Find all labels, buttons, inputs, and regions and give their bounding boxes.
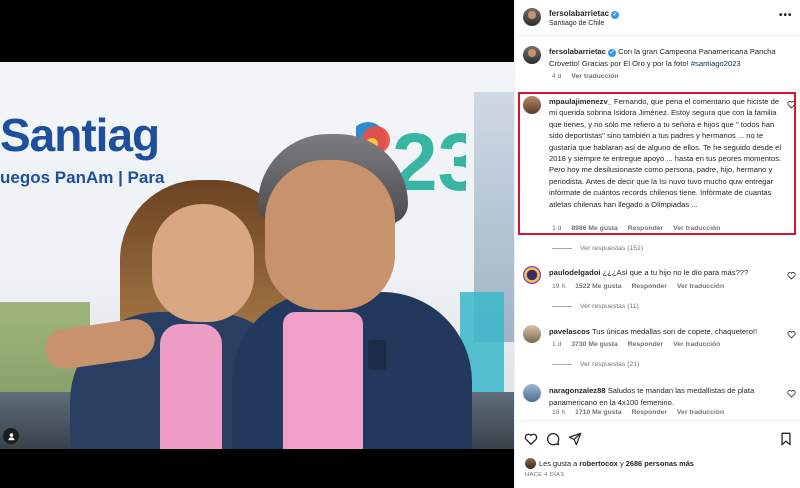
comment-3-likes[interactable]: 3730 Me gusta — [571, 341, 617, 348]
comment-2-age: 19 h — [552, 283, 566, 290]
comment-avatar[interactable] — [523, 325, 541, 343]
comment-2-meta: 19 h 1522 Me gusta Responder Ver traducc… — [552, 283, 732, 290]
man-face — [265, 160, 395, 310]
caption-translate-link[interactable]: Ver traducción — [571, 73, 618, 80]
comment-icon[interactable] — [546, 432, 560, 446]
comment-2-translate-link[interactable]: Ver traducción — [677, 283, 724, 290]
comment-4-reply-button[interactable]: Responder — [631, 409, 667, 416]
caption-hashtag[interactable]: #santiago2023 — [691, 59, 741, 68]
comment-avatar[interactable] — [523, 266, 541, 284]
caption-avatar[interactable] — [523, 46, 541, 64]
comment-2-text: ¿¿¿Así que a tu hijo no le dio para más?… — [602, 268, 749, 277]
comment-3-meta: 1 d 3730 Me gusta Responder Ver traducci… — [552, 341, 728, 348]
likes-others[interactable]: 2686 personas más — [626, 459, 694, 468]
liked-by-user[interactable]: robertocox — [579, 459, 618, 468]
verified-badge-icon: ✓ — [611, 11, 620, 19]
comment-4-username[interactable]: naragonzalez88 — [549, 386, 606, 395]
caption-username[interactable]: fersolabarrietac — [549, 47, 606, 56]
comment-4-heart-icon[interactable] — [787, 389, 796, 398]
post-media[interactable]: Santiag uegos PanAm | Para 23 — [0, 0, 514, 488]
comment-4-likes[interactable]: 1710 Me gusta — [575, 409, 621, 416]
share-icon[interactable] — [568, 432, 582, 446]
post-header: fersolabarrietac ✓ Santiago de Chile ••• — [515, 0, 800, 36]
comment-4-translate-link[interactable]: Ver traducción — [677, 409, 724, 416]
comment-3-reply-button[interactable]: Responder — [628, 341, 664, 348]
comment-avatar[interactable] — [523, 384, 541, 402]
comment-2-view-replies[interactable]: Ver respuestas (11) — [552, 303, 639, 310]
post-location[interactable]: Santiago de Chile — [549, 20, 604, 27]
woman-face — [152, 204, 254, 322]
comment-2: paulodelgadoi ¿¿¿Así que a tu hijo no le… — [549, 267, 785, 279]
post-side-panel: fersolabarrietac ✓ Santiago de Chile ••• … — [514, 0, 800, 488]
caption-meta: 4 d Ver traducción — [552, 73, 627, 80]
highlight-box — [518, 92, 796, 235]
post-timestamp: HACE 4 DÍAS — [525, 472, 565, 478]
author-username[interactable]: fersolabarrietac — [549, 9, 609, 18]
caption-age: 4 d — [552, 73, 562, 80]
comment-3-age: 1 d — [552, 341, 562, 348]
comment-4-meta: 18 h 1710 Me gusta Responder Ver traducc… — [552, 409, 732, 416]
user-tag-icon[interactable] — [3, 428, 19, 444]
comment-2-reply-button[interactable]: Responder — [631, 283, 667, 290]
likes-summary[interactable]: Les gusta a robertocox y 2686 personas m… — [539, 459, 694, 468]
sign-text: Santiag — [0, 109, 160, 161]
man-shirt — [283, 312, 363, 449]
comment-3-username[interactable]: pavelascos — [549, 327, 590, 336]
caption: fersolabarrietac ✓ Con la gran Campeona P… — [549, 46, 789, 69]
comment-3-text: Tus únicas medallas son de copete, chaqu… — [591, 327, 758, 336]
comment-4-age: 18 h — [552, 409, 566, 416]
verified-badge-icon: ✓ — [607, 49, 616, 57]
comment-3-view-replies[interactable]: Ver respuestas (21) — [552, 361, 639, 368]
jacket-badge — [368, 340, 386, 370]
comment-2-heart-icon[interactable] — [787, 271, 796, 280]
comment-3: pavelascos Tus únicas medallas son de co… — [549, 326, 785, 338]
more-icon[interactable]: ••• — [779, 10, 793, 21]
comment-1-view-replies[interactable]: Ver respuestas (151) — [552, 245, 643, 252]
woman-shirt — [160, 324, 222, 449]
bookmark-icon[interactable] — [779, 432, 793, 446]
liked-by-avatar[interactable] — [525, 458, 536, 469]
comment-3-heart-icon[interactable] — [787, 330, 796, 339]
comment-2-likes[interactable]: 1522 Me gusta — [575, 283, 621, 290]
heart-icon[interactable] — [524, 432, 538, 446]
author-avatar[interactable] — [523, 8, 541, 26]
comment-3-translate-link[interactable]: Ver traducción — [673, 341, 720, 348]
action-bar: Les gusta a robertocox y 2686 personas m… — [515, 420, 800, 488]
sign-subtext: uegos PanAm | Para — [0, 168, 165, 187]
comment-2-username[interactable]: paulodelgadoi — [549, 268, 600, 277]
comment-4: naragonzalez88 Saludos te mandan las med… — [549, 385, 785, 408]
post-photo: Santiag uegos PanAm | Para 23 — [0, 62, 514, 449]
